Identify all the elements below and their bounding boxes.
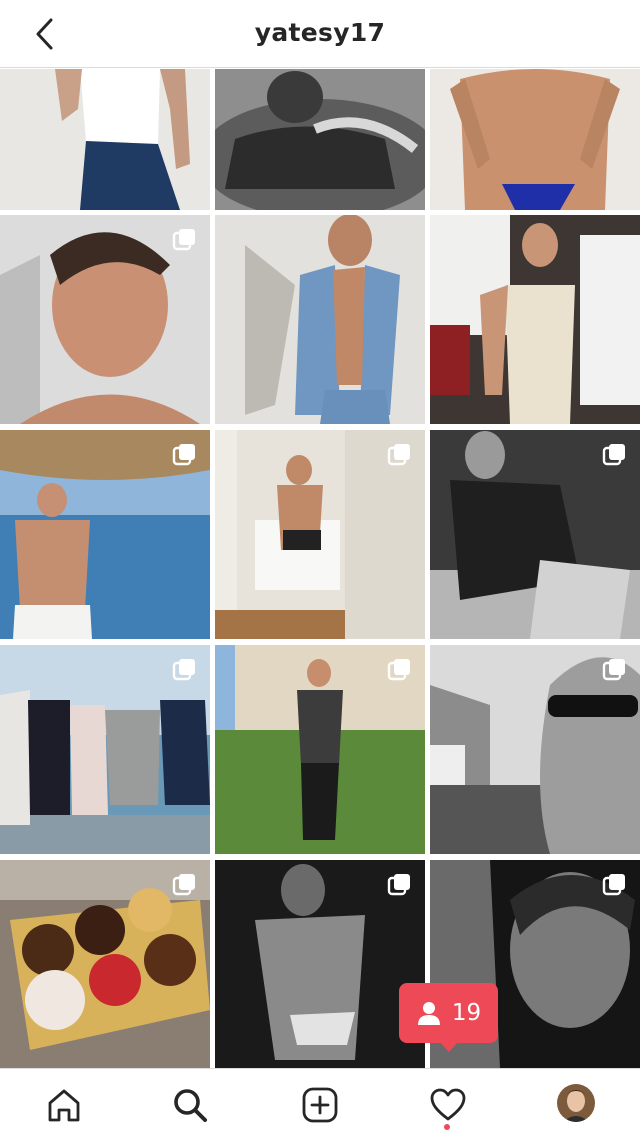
post-photo (430, 215, 640, 424)
post-tile-8[interactable] (215, 430, 425, 639)
carousel-icon (387, 444, 410, 466)
carousel-icon (602, 659, 625, 681)
tab-profile-avatar[interactable] (557, 1084, 595, 1122)
bottom-tab-bar (0, 1068, 640, 1138)
carousel-icon (387, 659, 410, 681)
carousel-icon (602, 874, 625, 896)
person-icon (417, 1002, 440, 1025)
carousel-icon (602, 444, 625, 466)
heart-icon (430, 1088, 466, 1121)
carousel-icon (172, 444, 195, 466)
carousel-icon (387, 874, 410, 896)
posts-grid (0, 69, 640, 1068)
post-tile-9[interactable] (430, 430, 640, 639)
post-tile-7[interactable] (0, 430, 210, 639)
profile-username-title: yatesy17 (254, 18, 386, 47)
post-tile-5[interactable] (215, 215, 425, 424)
activity-indicator-dot (444, 1124, 450, 1130)
post-tile-4[interactable] (0, 215, 210, 424)
tab-search[interactable] (168, 1083, 212, 1127)
post-tile-14[interactable] (215, 860, 425, 1068)
top-bar: yatesy17 (0, 0, 640, 68)
post-photo (0, 69, 210, 210)
post-photo (215, 215, 425, 424)
post-photo (430, 69, 640, 210)
tab-home[interactable] (42, 1083, 86, 1127)
post-tile-12[interactable] (430, 645, 640, 854)
post-tile-6[interactable] (430, 215, 640, 424)
post-tile-13[interactable] (0, 860, 210, 1068)
tab-new-post[interactable] (298, 1083, 342, 1127)
carousel-icon (172, 659, 195, 681)
post-photo (215, 69, 425, 210)
follower-notification-badge[interactable]: 19 (399, 983, 498, 1043)
post-tile-10[interactable] (0, 645, 210, 854)
post-tile-3[interactable] (430, 69, 640, 210)
carousel-icon (172, 229, 195, 251)
profile-avatar (557, 1084, 595, 1122)
search-icon (174, 1089, 207, 1122)
carousel-icon (172, 874, 195, 896)
add-post-icon (302, 1087, 338, 1123)
post-tile-1[interactable] (0, 69, 210, 210)
tab-activity[interactable] (426, 1083, 470, 1127)
post-tile-2[interactable] (215, 69, 425, 210)
notification-count: 19 (451, 1000, 482, 1026)
home-icon (48, 1089, 80, 1122)
badge-pointer (440, 1042, 458, 1052)
post-tile-11[interactable] (215, 645, 425, 854)
